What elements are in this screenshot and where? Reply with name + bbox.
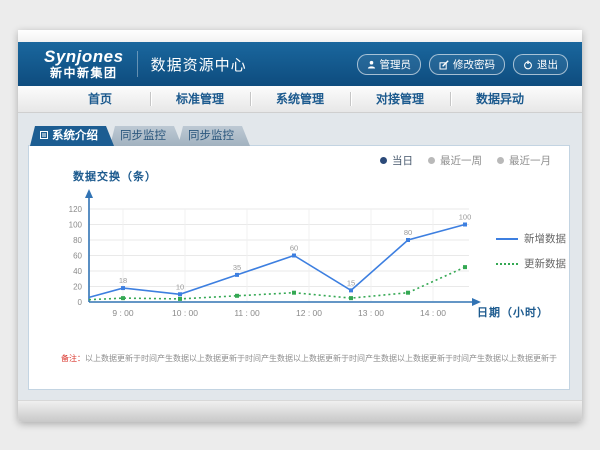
svg-text:9 : 00: 9 : 00 (112, 308, 134, 318)
legend-item-1[interactable]: 新增数据 (496, 231, 566, 246)
legend-line-sample (496, 238, 518, 240)
header-divider (137, 51, 138, 77)
tab-bar: 系统介绍 同步监控 同步监控 (30, 126, 246, 146)
doc-icon (40, 126, 48, 146)
legend-item-2[interactable]: 更新数据 (496, 256, 566, 271)
svg-text:80: 80 (404, 228, 412, 237)
svg-text:15: 15 (347, 278, 355, 287)
brand-logo: Synjones 新中新集团 (44, 48, 124, 80)
svg-text:60: 60 (290, 244, 298, 253)
filter-3[interactable]: 最近一月 (497, 153, 551, 168)
header-action-user-button[interactable]: 管理员 (357, 54, 422, 75)
filter-label: 当日 (392, 153, 413, 168)
main-nav: 首页标准管理系统管理对接管理数据异动 (18, 86, 582, 113)
app-title: 数据资源中心 (151, 54, 247, 75)
svg-text:12 : 00: 12 : 00 (296, 308, 322, 318)
legend-label: 新增数据 (524, 231, 566, 246)
brand-logo-subtext: 新中新集团 (44, 67, 124, 80)
footnote-text: 以上数据更新于时间产生数据以上数据更新于时间产生数据以上数据更新于时间产生数据以… (85, 354, 557, 363)
svg-text:10 : 00: 10 : 00 (172, 308, 198, 318)
tab-label: 系统介绍 (52, 126, 98, 146)
y-axis-title: 数据交换（条） (73, 168, 157, 184)
nav-item-5[interactable]: 数据异动 (450, 86, 550, 112)
svg-text:11 : 00: 11 : 00 (234, 308, 260, 318)
footnote-label: 备注： (61, 354, 85, 363)
brand-logo-text: Synjones (44, 48, 124, 67)
svg-text:80: 80 (73, 236, 82, 245)
tab-label: 同步监控 (188, 126, 234, 146)
filter-label: 最近一周 (440, 153, 482, 168)
svg-text:60: 60 (73, 252, 82, 261)
nav-item-2[interactable]: 标准管理 (150, 86, 250, 112)
filter-1[interactable]: 当日 (380, 153, 413, 168)
svg-text:100: 100 (459, 213, 472, 222)
svg-text:13 : 00: 13 : 00 (358, 308, 384, 318)
window-top-strip (18, 30, 582, 42)
svg-text:10: 10 (176, 282, 184, 291)
legend-line-sample (496, 263, 518, 265)
radio-dot-icon (428, 157, 435, 164)
svg-text:20: 20 (73, 283, 82, 292)
radio-dot-icon (380, 157, 387, 164)
legend-label: 更新数据 (524, 256, 566, 271)
header-action-edit-button[interactable]: 修改密码 (429, 54, 505, 75)
nav-item-1[interactable]: 首页 (50, 86, 150, 112)
tab-2[interactable]: 同步监控 (110, 126, 182, 146)
series-1: 18 10 35 60 15 80 100 (89, 213, 471, 298)
app-header: Synjones 新中新集团 数据资源中心 管理员 修改密码 退出 (18, 42, 582, 86)
footnote: 备注：以上数据更新于时间产生数据以上数据更新于时间产生数据以上数据更新于时间产生… (61, 353, 557, 364)
svg-text:18: 18 (119, 276, 127, 285)
header-action-power-button[interactable]: 退出 (513, 54, 568, 75)
svg-text:40: 40 (73, 267, 82, 276)
series-2 (89, 265, 467, 301)
power-icon (523, 60, 533, 70)
filter-label: 最近一月 (509, 153, 551, 168)
chart-gridlines (89, 209, 469, 301)
svg-text:0: 0 (78, 298, 83, 307)
window-footer (18, 400, 582, 422)
radio-dot-icon (497, 157, 504, 164)
content-area: 系统介绍 同步监控 同步监控 0 20 40 60 80 100 120 9 : 00 10 : 0… (18, 113, 582, 400)
chart-panel: 0 20 40 60 80 100 120 9 : 00 10 : 00 11 : 00 12 : … (28, 145, 570, 390)
user-icon (367, 60, 376, 69)
svg-text:100: 100 (69, 221, 83, 230)
svg-text:120: 120 (69, 205, 83, 214)
header-action-group: 管理员 修改密码 退出 (357, 54, 569, 75)
header-action-label: 管理员 (380, 57, 412, 72)
chart-tick-labels: 0 20 40 60 80 100 120 9 : 00 10 : 00 11 : 00 12 : … (69, 205, 447, 318)
tab-3[interactable]: 同步监控 (178, 126, 250, 146)
tab-label: 同步监控 (120, 126, 166, 146)
series-legend: 新增数据更新数据 (496, 231, 566, 271)
time-filter-group: 当日 最近一周 最近一月 (380, 153, 551, 168)
chart-axes (85, 189, 481, 306)
tab-1[interactable]: 系统介绍 (30, 126, 114, 146)
nav-item-3[interactable]: 系统管理 (250, 86, 350, 112)
svg-text:14 : 00: 14 : 00 (420, 308, 446, 318)
svg-text:35: 35 (233, 263, 241, 272)
header-action-label: 退出 (537, 57, 558, 72)
filter-2[interactable]: 最近一周 (428, 153, 482, 168)
nav-item-4[interactable]: 对接管理 (350, 86, 450, 112)
app-window: Synjones 新中新集团 数据资源中心 管理员修改密码退出 首页标准管理系统… (18, 30, 582, 422)
edit-icon (439, 60, 449, 70)
header-action-label: 修改密码 (453, 57, 495, 72)
x-axis-title: 日期（小时） (477, 304, 549, 320)
